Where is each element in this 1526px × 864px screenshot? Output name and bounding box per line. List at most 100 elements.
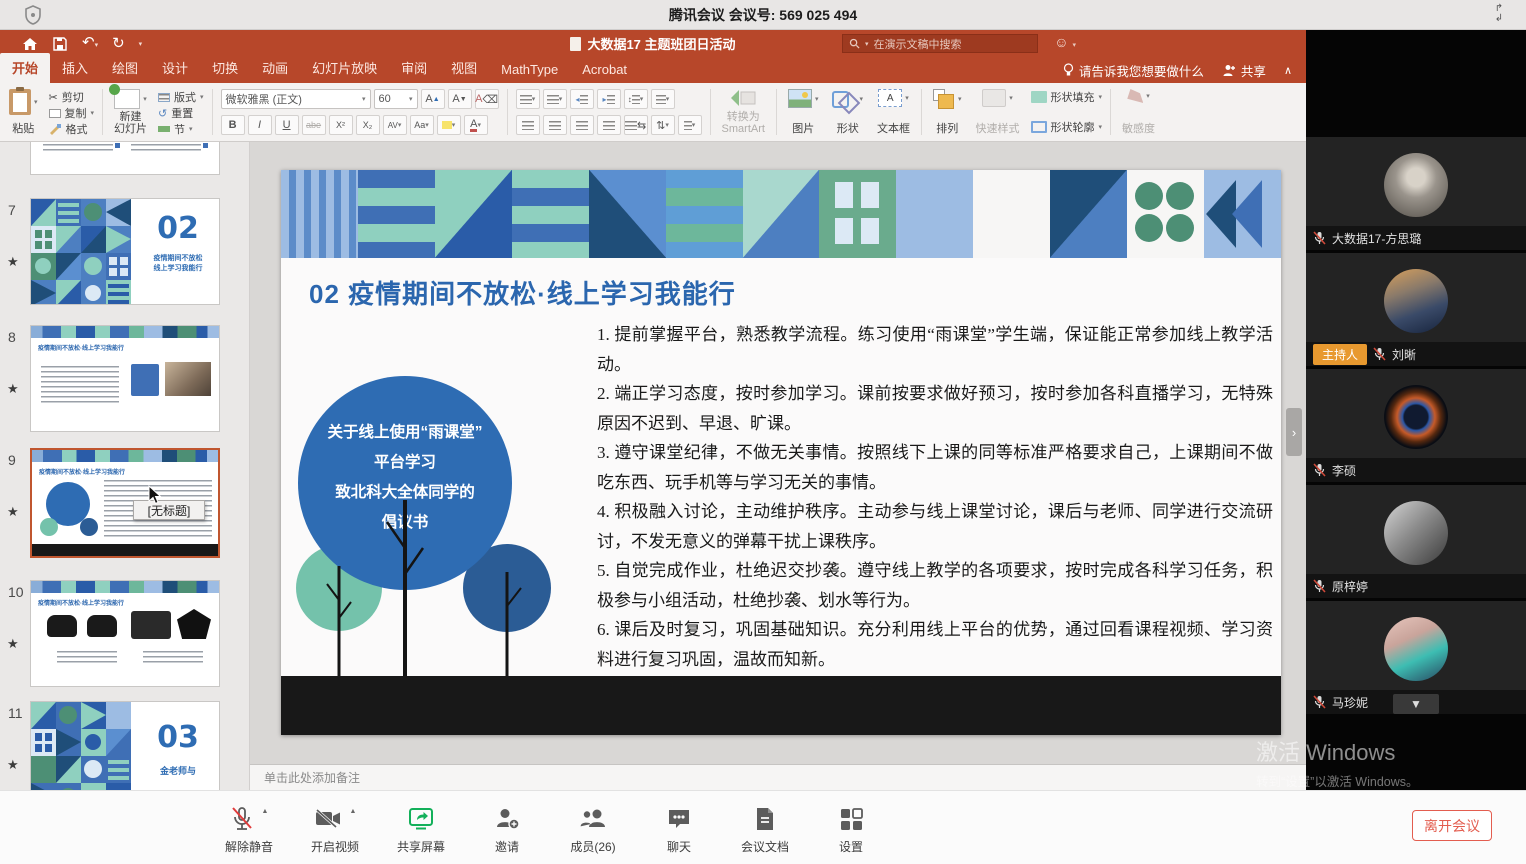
tab-review[interactable]: 审阅	[389, 53, 439, 83]
change-case-button[interactable]: Aa▾	[410, 115, 434, 135]
textbox-button[interactable]: A▾ 文本框	[874, 87, 913, 137]
picture-button[interactable]: ▾ 图片	[785, 87, 822, 137]
quick-access-toolbar: ↶▾ ↻ ▾	[0, 35, 142, 53]
line-spacing-button[interactable]: ↕▾	[624, 89, 648, 109]
meeting-docs-button[interactable]: 会议文档	[737, 806, 793, 855]
tab-design[interactable]: 设计	[150, 53, 200, 83]
layout-button[interactable]: 版式▾	[158, 89, 204, 105]
avatar	[1384, 501, 1448, 565]
share-person-icon	[1222, 64, 1236, 77]
host-badge: 主持人	[1313, 344, 1367, 365]
collapse-video-list-chevron-icon[interactable]: ▼	[1393, 694, 1439, 714]
align-left-button[interactable]	[516, 115, 540, 135]
arrange-button[interactable]: ▾ 排列	[930, 87, 965, 137]
copy-button[interactable]: 复制▾	[49, 105, 95, 121]
decrease-indent-button[interactable]: ◂	[570, 89, 594, 109]
bold-button[interactable]: B	[221, 115, 245, 135]
chat-button[interactable]: 聊天	[651, 806, 707, 855]
tab-home[interactable]: 开始	[0, 53, 50, 83]
qat-more-icon[interactable]: ▾	[139, 40, 143, 48]
feedback-smiley-icon[interactable]: ☺ ▾	[1054, 34, 1076, 50]
increase-font-button[interactable]: A▲	[421, 89, 445, 109]
members-button[interactable]: 成员(26)	[565, 806, 621, 855]
superscript-button[interactable]: X²	[329, 115, 353, 135]
shape-outline-button[interactable]: 形状轮廓▾	[1031, 119, 1103, 135]
numbering-button[interactable]: ▾	[543, 89, 567, 109]
thumbnail-slide-11[interactable]: 03 金老师与	[30, 701, 220, 790]
sensitivity-button[interactable]: ▾ 敏感度	[1119, 87, 1158, 137]
collapse-ribbon-icon[interactable]: ∧	[1284, 64, 1292, 77]
text-direction-button[interactable]: ⇅▾	[651, 115, 675, 135]
increase-indent-button[interactable]: ▸	[597, 89, 621, 109]
chat-icon	[666, 806, 692, 832]
font-size-select[interactable]: 60▾	[374, 89, 418, 109]
thumbnail-slide-8[interactable]: 疫情期间不放松·线上学习我能行	[30, 325, 220, 432]
bullets-button[interactable]: ▾	[516, 89, 540, 109]
system-title-bar: 腾讯会议 会议号: 569 025 494 ↱↲	[0, 0, 1526, 30]
strikethrough-button[interactable]: abe	[302, 115, 326, 135]
align-text-button[interactable]: ▾	[678, 115, 702, 135]
tab-slideshow[interactable]: 幻灯片放映	[300, 53, 389, 83]
redo-icon[interactable]: ↻	[112, 36, 125, 51]
tell-me-button[interactable]: 请告诉我您想要做什么	[1063, 61, 1204, 80]
mic-options-caret-icon[interactable]: ▲	[262, 808, 269, 815]
resize-window-icon[interactable]: ↱↲	[1488, 4, 1510, 26]
font-name-select[interactable]: 微软雅黑 (正文)▾	[221, 89, 371, 109]
cut-button[interactable]: ✂剪切	[49, 89, 95, 105]
participant-tile[interactable]: 原梓婷	[1306, 485, 1526, 598]
video-options-caret-icon[interactable]: ▲	[350, 808, 357, 815]
tab-acrobat[interactable]: Acrobat	[570, 57, 639, 83]
unmute-button[interactable]: ▲ 解除静音	[221, 806, 277, 855]
notes-placeholder: 单击此处添加备注	[264, 769, 360, 786]
paste-button[interactable]: ▾ 粘贴	[6, 87, 41, 137]
tab-view[interactable]: 视图	[439, 53, 489, 83]
tab-animations[interactable]: 动画	[250, 53, 300, 83]
shapes-button[interactable]: ▾ 形状	[829, 87, 866, 137]
distribute-button[interactable]: ⇆	[624, 115, 648, 135]
tab-draw[interactable]: 绘图	[100, 53, 150, 83]
highlight-color-button[interactable]: ▾	[437, 115, 461, 135]
tab-insert[interactable]: 插入	[50, 53, 100, 83]
thumbnail-slide-10[interactable]: 疫情期间不放松·线上学习我能行	[30, 580, 220, 687]
subscript-button[interactable]: X₂	[356, 115, 380, 135]
justify-button[interactable]	[597, 115, 621, 135]
slide-canvas[interactable]: 02 疫情期间不放松·线上学习我能行 关于线上使用“雨课堂” 平台学习 致北科大…	[281, 170, 1281, 735]
share-screen-button[interactable]: 共享屏幕	[393, 806, 449, 855]
shape-fill-button[interactable]: 形状填充▾	[1031, 89, 1103, 105]
share-button[interactable]: 共享	[1222, 61, 1266, 80]
participant-tile[interactable]: 李硕	[1306, 369, 1526, 482]
start-video-button[interactable]: ▲ 开启视频	[307, 806, 363, 855]
new-slide-icon	[114, 89, 140, 109]
tab-mathtype[interactable]: MathType	[489, 57, 570, 83]
reset-button[interactable]: ↺重置	[158, 105, 204, 121]
leave-meeting-button[interactable]: 离开会议	[1412, 810, 1492, 841]
align-right-button[interactable]	[570, 115, 594, 135]
columns-button[interactable]: ▾	[651, 89, 675, 109]
section-button[interactable]: 节▾	[158, 121, 204, 137]
align-center-button[interactable]	[543, 115, 567, 135]
font-color-button[interactable]: A▾	[464, 115, 488, 135]
participant-tile[interactable]: 主持人 刘晰	[1306, 253, 1526, 366]
expand-panel-chevron-icon[interactable]: ›	[1286, 408, 1302, 456]
tab-transitions[interactable]: 切换	[200, 53, 250, 83]
presentation-search-input[interactable]: ▾ 在演示文稿中搜索	[842, 34, 1038, 53]
convert-smartart-button[interactable]: 转换为 SmartArt	[719, 87, 768, 137]
save-icon[interactable]	[52, 36, 68, 52]
thumbnail-slide-7[interactable]: 02 疫情期间不放松 线上学习我能行	[30, 198, 220, 305]
participant-tile[interactable]: 大数据17-方思璐	[1306, 137, 1526, 250]
home-icon[interactable]	[22, 36, 38, 52]
undo-icon[interactable]: ↶▾	[82, 35, 98, 53]
thumbnail-slide-6-partial[interactable]	[30, 142, 220, 175]
decrease-font-button[interactable]: A▼	[448, 89, 472, 109]
new-slide-button[interactable]: ▾ 新建 幻灯片	[111, 87, 150, 137]
character-spacing-button[interactable]: AV▾	[383, 115, 407, 135]
slide-thumbnail-panel: 7 ★	[0, 142, 250, 790]
invite-button[interactable]: 邀请	[479, 806, 535, 855]
format-painter-button[interactable]: 格式	[49, 121, 95, 137]
quick-styles-button[interactable]: ▾ 快速样式	[973, 87, 1023, 137]
underline-button[interactable]: U	[275, 115, 299, 135]
settings-button[interactable]: 设置	[823, 806, 879, 855]
notes-pane[interactable]: 单击此处添加备注	[250, 764, 1306, 790]
italic-button[interactable]: I	[248, 115, 272, 135]
clear-formatting-button[interactable]: A⌫	[475, 89, 499, 109]
